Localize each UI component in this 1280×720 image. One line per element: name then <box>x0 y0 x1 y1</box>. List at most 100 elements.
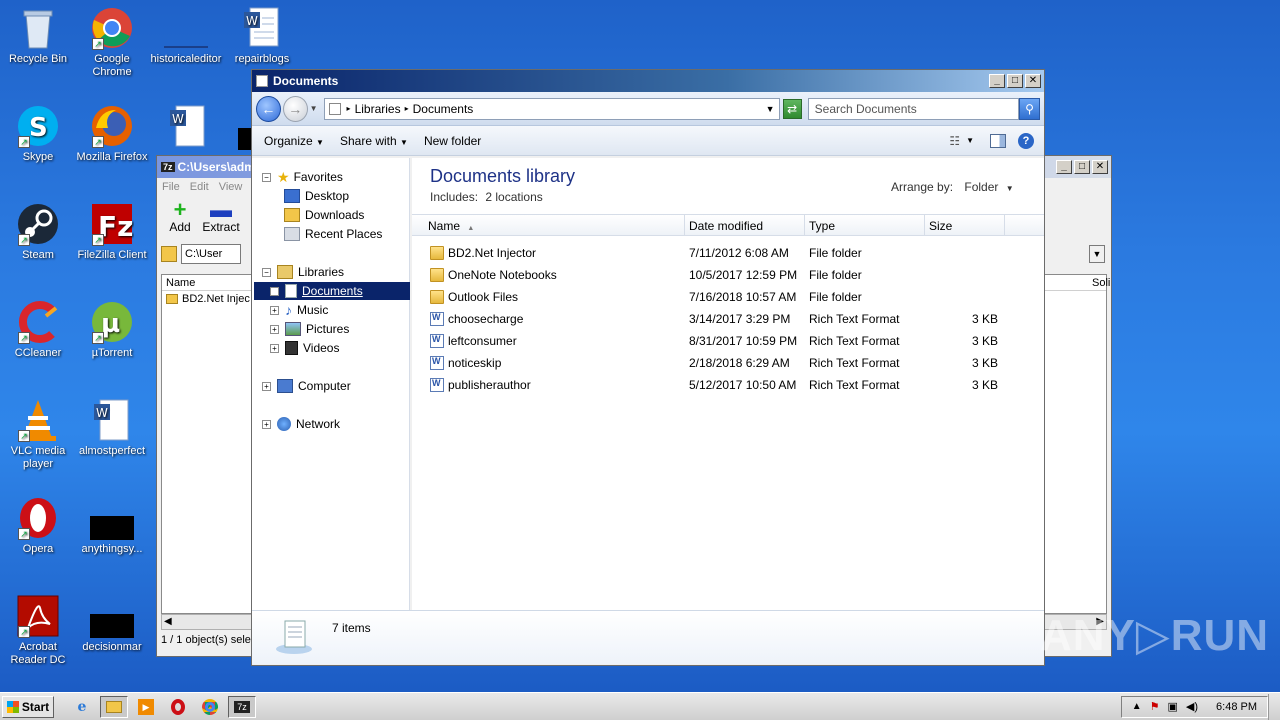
column-divider[interactable] <box>924 215 925 235</box>
explorer-titlebar[interactable]: Documents _ □ ✕ <box>252 70 1044 92</box>
preview-pane-button[interactable] <box>990 133 1006 148</box>
add-button[interactable]: + Add <box>165 199 195 235</box>
file-row[interactable]: OneNote Notebooks 10/5/2017 12:59 PM File … <box>412 264 1044 286</box>
col-header-date[interactable]: Date modified <box>689 219 763 233</box>
nav-documents[interactable]: + Documents <box>254 282 410 300</box>
scroll-left-icon[interactable]: ◀ <box>164 616 172 627</box>
file-row[interactable]: noticeskip 2/18/2018 6:29 AM Rich Text For… <box>412 352 1044 374</box>
minimize-button[interactable]: _ <box>1056 160 1072 174</box>
network-tray-icon[interactable]: ▣ <box>1168 700 1178 713</box>
chrome-icon[interactable]: ↗ Google Chrome <box>74 6 150 79</box>
anythingsy-icon[interactable]: anythingsy... <box>74 496 150 556</box>
tray-expand-icon[interactable]: ▲ <box>1132 701 1142 712</box>
help-button[interactable]: ? <box>1018 132 1034 149</box>
steam-icon[interactable]: ↗ Steam <box>0 202 76 262</box>
sevenzip-col-right[interactable]: Soli <box>1092 277 1110 289</box>
action-center-icon[interactable]: ⚑ <box>1150 700 1160 713</box>
filezilla-icon[interactable]: Fz ↗ FileZilla Client <box>74 202 150 262</box>
share-with-button[interactable]: Share with ▼ <box>334 134 418 148</box>
nav-recent-places[interactable]: Recent Places <box>284 225 382 243</box>
sevenzip-path-input[interactable]: C:\User <box>181 244 241 264</box>
minimize-button[interactable]: _ <box>989 74 1005 88</box>
collapse-icon[interactable]: − <box>262 172 271 182</box>
nav-favorites[interactable]: − ★ Favorites <box>262 168 343 186</box>
decisionmar-icon[interactable]: decisionmar <box>74 594 150 654</box>
expand-icon[interactable]: + <box>270 343 279 353</box>
navigation-pane[interactable]: − ★ Favorites Desktop Downloads Recent P… <box>252 158 410 610</box>
word-document-icon[interactable]: W <box>150 104 226 151</box>
skype-icon[interactable]: S ↗ Skype <box>0 104 76 164</box>
expand-icon[interactable]: + <box>262 419 271 429</box>
collapse-icon[interactable]: − <box>262 267 271 277</box>
maximize-button[interactable]: □ <box>1007 74 1023 88</box>
new-folder-button[interactable]: New folder <box>418 134 491 148</box>
acrobat-icon[interactable]: ↗ Acrobat Reader DC <box>0 594 76 667</box>
column-divider[interactable] <box>1004 215 1005 235</box>
nav-desktop[interactable]: Desktop <box>284 187 349 205</box>
nav-pictures[interactable]: + Pictures <box>270 320 349 338</box>
start-button[interactable]: Start <box>2 695 54 718</box>
organize-button[interactable]: Organize ▼ <box>258 134 334 148</box>
menu-view[interactable]: View <box>219 181 243 193</box>
back-button[interactable]: ← <box>256 95 281 122</box>
nav-videos[interactable]: + Videos <box>270 339 339 357</box>
chrome-taskbar-icon[interactable] <box>196 696 224 718</box>
opera-taskbar-icon[interactable] <box>164 696 192 718</box>
explorer-taskbar-icon[interactable] <box>100 695 128 718</box>
opera-icon[interactable]: ↗ Opera <box>0 496 76 556</box>
col-header-type[interactable]: Type <box>809 219 835 233</box>
maximize-button[interactable]: □ <box>1074 160 1090 174</box>
media-player-taskbar-icon[interactable]: ▶ <box>132 696 160 718</box>
up-folder-icon[interactable] <box>161 246 177 262</box>
nav-libraries[interactable]: − Libraries <box>262 263 344 281</box>
file-row[interactable]: Outlook Files 7/16/2018 10:57 AM File fold… <box>412 286 1044 308</box>
ccleaner-icon[interactable]: ↗ CCleaner <box>0 300 76 360</box>
show-desktop-button[interactable] <box>1268 693 1280 720</box>
col-header-size[interactable]: Size <box>929 219 952 233</box>
address-input[interactable]: ▸ Libraries ▸ Documents ▼ <box>323 97 780 120</box>
search-button[interactable]: ⚲ <box>1019 97 1041 120</box>
path-dropdown-button[interactable]: ▼ <box>1089 245 1105 263</box>
nav-computer[interactable]: + Computer <box>262 377 351 395</box>
utorrent-icon[interactable]: µ ↗ µTorrent <box>74 300 150 360</box>
file-list-pane[interactable]: Documents library Includes: 2 locations … <box>412 158 1044 610</box>
explorer-window[interactable]: Documents _ □ ✕ ← → ▼ ▸ Libraries ▸ Docu… <box>251 69 1045 666</box>
expand-icon[interactable]: + <box>270 286 279 296</box>
extract-button[interactable]: ▬ Extract <box>201 199 241 235</box>
refresh-button[interactable]: ⇄ <box>782 98 802 119</box>
recycle-bin-icon[interactable]: Recycle Bin <box>0 6 76 66</box>
nav-music[interactable]: + ♪ Music <box>270 301 328 319</box>
history-dropdown-icon[interactable]: ▼ <box>310 104 318 113</box>
expand-icon[interactable]: + <box>262 381 271 391</box>
sevenzip-taskbar-icon[interactable]: 7z <box>228 695 256 718</box>
expand-icon[interactable]: + <box>270 324 279 334</box>
file-row[interactable]: publisherauthor 5/12/2017 10:50 AM Rich Te… <box>412 374 1044 396</box>
firefox-icon[interactable]: ↗ Mozilla Firefox <box>74 104 150 164</box>
address-dropdown-icon[interactable]: ▼ <box>766 104 775 114</box>
search-input[interactable]: Search Documents <box>807 97 1020 120</box>
view-options-button[interactable]: ☷ ▼ <box>949 134 974 148</box>
ie-taskbar-icon[interactable]: e <box>68 696 96 718</box>
sevenzip-col-name[interactable]: Name <box>166 277 195 289</box>
vlc-icon[interactable]: ↗ VLC media player <box>0 398 76 471</box>
includes-locations-link[interactable]: 2 locations <box>485 190 542 204</box>
forward-button[interactable]: → <box>282 95 308 122</box>
close-button[interactable]: ✕ <box>1092 160 1108 174</box>
nav-network[interactable]: + Network <box>262 415 340 433</box>
column-divider[interactable] <box>684 215 685 235</box>
nav-downloads[interactable]: Downloads <box>284 206 364 224</box>
file-row[interactable]: choosecharge 3/14/2017 3:29 PM Rich Text F… <box>412 308 1044 330</box>
historicaleditor-icon[interactable]: historicaleditor <box>148 6 224 66</box>
repairblogs-icon[interactable]: W repairblogs <box>224 6 300 66</box>
expand-icon[interactable]: + <box>270 305 279 315</box>
file-row[interactable]: leftconsumer 8/31/2017 10:59 PM Rich Text … <box>412 330 1044 352</box>
clock[interactable]: 6:48 PM <box>1216 701 1257 713</box>
close-button[interactable]: ✕ <box>1025 74 1041 88</box>
menu-edit[interactable]: Edit <box>190 181 209 193</box>
almostperfect-icon[interactable]: W almostperfect <box>74 398 150 458</box>
file-row[interactable]: BD2.Net Injector 7/11/2012 6:08 AM File fo… <box>412 242 1044 264</box>
column-divider[interactable] <box>804 215 805 235</box>
menu-file[interactable]: File <box>162 181 180 193</box>
arrange-by-dropdown[interactable]: Folder ▼ <box>964 180 1013 194</box>
breadcrumb-libraries[interactable]: Libraries <box>355 102 401 116</box>
